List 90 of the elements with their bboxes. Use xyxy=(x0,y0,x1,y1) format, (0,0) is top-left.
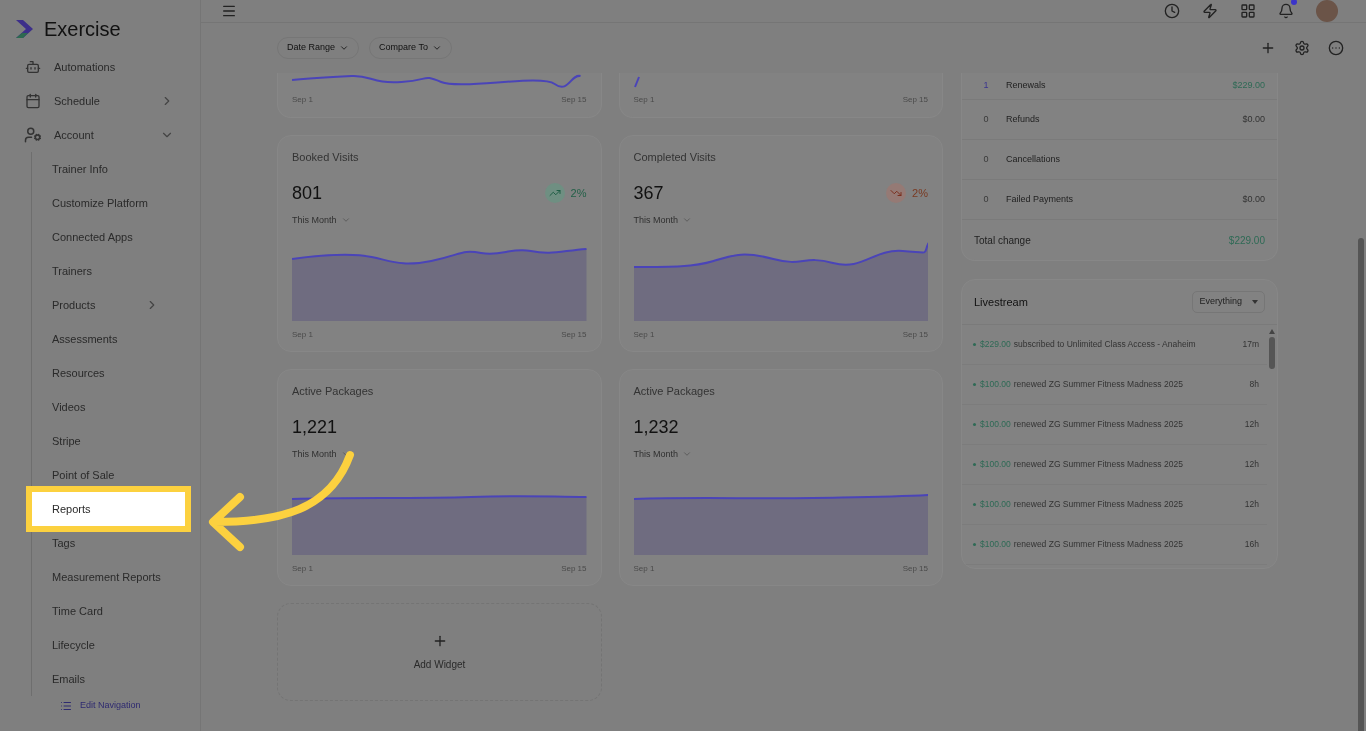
card-title: Livestream xyxy=(974,294,1029,310)
sparkline-chart xyxy=(633,74,640,88)
livestream-row[interactable]: $100.00 renewed ZG Summer Fitness Madness 2025 12h xyxy=(962,485,1267,525)
row-label: Refunds xyxy=(1006,112,1041,126)
livestream-row[interactable]: $100.00 renewed ZG Summer Fitness Madness 2025 12h xyxy=(962,405,1267,445)
calendar-icon xyxy=(25,93,41,109)
livestream-row[interactable]: $100.00 renewed ZG Summer Fitness Madness 2025 16h xyxy=(962,525,1267,565)
row-amount: $0.00 xyxy=(1242,192,1265,206)
nav-subitem[interactable]: Assessments xyxy=(32,322,185,356)
nav-subitem[interactable]: Trainers xyxy=(32,254,185,288)
nav-subitem[interactable]: Connected Apps xyxy=(32,220,185,254)
period-dropdown[interactable]: This Month xyxy=(292,213,337,227)
nav-subitem[interactable]: Products xyxy=(32,288,185,322)
event-text: renewed ZG Summer Fitness Madness 2025 xyxy=(1013,378,1184,391)
event-amount: $100.00 xyxy=(980,378,1011,391)
total-label: Total change xyxy=(974,233,1032,248)
apps-grid-icon[interactable] xyxy=(1240,3,1256,19)
nav-subitem[interactable]: Videos xyxy=(32,390,185,424)
nav-subitem[interactable]: Point of Sale xyxy=(32,458,185,492)
user-gear-icon xyxy=(24,126,42,144)
metric-value: 1,221 xyxy=(292,415,339,439)
caret-icon xyxy=(1252,300,1258,304)
list-icon xyxy=(60,700,72,712)
event-text: renewed ZG Summer Fitness Madness 2025 xyxy=(1013,498,1184,511)
chevron-down-icon xyxy=(339,43,350,53)
event-amount: $100.00 xyxy=(980,498,1011,511)
event-amount: $100.00 xyxy=(980,418,1011,431)
event-text: renewed ZG Summer Fitness Madness 2025 xyxy=(1013,538,1184,551)
nav-subitem[interactable]: Time Card xyxy=(32,594,185,628)
row-count: 1 xyxy=(982,79,990,93)
event-text: subscribed to Unlimited Class Access - Anaheim xyxy=(1013,338,1197,351)
row-label: Renewals xyxy=(1006,79,1047,93)
nav-subitem[interactable]: Stripe xyxy=(32,424,185,458)
event-text: renewed ZG Summer Fitness Madness 2025 xyxy=(1013,418,1184,431)
row-label: Cancellations xyxy=(1006,152,1062,166)
nav-subitem[interactable]: Lifecycle xyxy=(32,628,185,662)
metric-value: 801 xyxy=(292,181,324,205)
metric-value: 367 xyxy=(633,181,665,205)
event-time: 16h xyxy=(1244,538,1259,551)
event-time: 12h xyxy=(1244,418,1259,431)
trend-value: 2% xyxy=(570,185,587,201)
robot-icon xyxy=(25,59,41,75)
livestream-row[interactable]: $100.00 renewed ZG Summer Fitness Madness 2025 8h xyxy=(962,365,1267,405)
nav-item[interactable]: Automations xyxy=(0,50,200,84)
row-amount: $0.00 xyxy=(1242,112,1265,126)
event-amount: $100.00 xyxy=(980,538,1011,551)
event-time: 12h xyxy=(1244,458,1259,471)
nav-subitem[interactable]: Trainer Info xyxy=(32,152,185,186)
card-title: Active Packages xyxy=(292,384,375,399)
clock-icon[interactable] xyxy=(1164,3,1180,19)
chevron-down-icon xyxy=(431,43,442,53)
card-title: Booked Visits xyxy=(292,150,360,165)
add-widget-button[interactable]: Add Widget xyxy=(277,603,602,701)
filter-select[interactable]: Everything xyxy=(1192,291,1265,313)
row-count: 0 xyxy=(982,192,990,206)
event-amount: $229.00 xyxy=(980,338,1011,351)
trend-value: 2% xyxy=(912,185,928,201)
period-dropdown[interactable]: This Month xyxy=(633,447,679,461)
row-amount: $229.00 xyxy=(1232,79,1265,93)
lightning-icon[interactable] xyxy=(1202,3,1218,19)
nav-subitem[interactable]: Measurement Reports xyxy=(32,560,185,594)
bell-icon[interactable] xyxy=(1278,3,1294,19)
period-dropdown[interactable]: This Month xyxy=(292,447,337,461)
row-count: 0 xyxy=(982,152,990,166)
nav-subitem[interactable]: Emails xyxy=(32,662,185,696)
nav-item[interactable]: Schedule xyxy=(0,84,200,118)
settings-icon[interactable] xyxy=(1294,40,1310,56)
event-amount: $100.00 xyxy=(980,458,1011,471)
nav-subitem[interactable]: Tags xyxy=(32,526,185,560)
event-time: 8h xyxy=(1249,378,1259,391)
nav-subitem[interactable]: Resources xyxy=(32,356,185,390)
event-text: renewed ZG Summer Fitness Madness 2025 xyxy=(1013,458,1184,471)
metric-value: 1,232 xyxy=(633,415,680,439)
nav-item[interactable]: Account xyxy=(0,118,200,152)
nav-subitem[interactable]: Customize Platform xyxy=(32,186,185,220)
row-count: 0 xyxy=(982,112,990,126)
livestream-row[interactable]: $229.00 subscribed to Unlimited Class Access - Anaheim 17m xyxy=(962,325,1267,365)
add-icon[interactable] xyxy=(1260,40,1276,56)
event-time: 12h xyxy=(1244,498,1259,511)
total-amount: $229.00 xyxy=(1228,233,1265,248)
edit-navigation-link[interactable]: Edit Navigation xyxy=(80,699,141,713)
logo-text: Exercise xyxy=(44,17,121,42)
card-title: Active Packages xyxy=(633,384,716,399)
livestream-row[interactable]: $100.00 renewed ZG Summer Fitness Madness 2025 12h xyxy=(962,445,1267,485)
period-dropdown[interactable]: This Month xyxy=(633,213,679,227)
event-time: 17m xyxy=(1242,338,1259,351)
row-label: Failed Payments xyxy=(1006,192,1075,206)
more-icon[interactable] xyxy=(1328,40,1344,56)
card-title: Completed Visits xyxy=(633,150,717,165)
menu-icon[interactable] xyxy=(221,3,237,19)
